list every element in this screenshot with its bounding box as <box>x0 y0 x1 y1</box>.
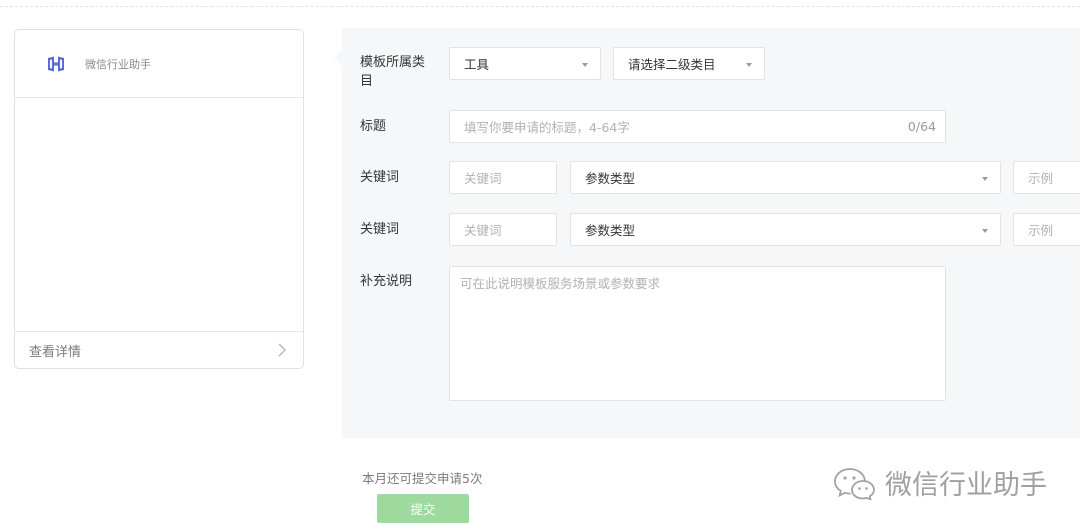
param-type-select[interactable]: 参数类型 <box>570 213 1001 246</box>
primary-category-select[interactable]: 工具 <box>449 47 601 80</box>
title-label: 标题 <box>360 119 387 134</box>
template-preview-card: 微信行业助手 查看详情 <box>14 29 304 369</box>
keyword-input[interactable]: 关键词 <box>449 161 557 194</box>
chevron-down-icon <box>582 63 588 67</box>
preview-account-name: 微信行业助手 <box>85 57 151 71</box>
brand-logo-icon <box>48 56 64 71</box>
param-type-value: 参数类型 <box>585 171 636 186</box>
example-placeholder: 示例 <box>1028 223 1054 238</box>
keyword-placeholder: 关键词 <box>464 223 502 238</box>
title-placeholder: 填写你要申请的标题，4-64字 <box>464 120 630 135</box>
watermark: 微信行业助手 <box>833 463 1047 502</box>
example-input[interactable]: 示例 <box>1013 213 1080 246</box>
view-details-label: 查看详情 <box>29 344 82 360</box>
secondary-category-placeholder: 请选择二级类目 <box>628 57 716 72</box>
chevron-down-icon <box>982 177 988 181</box>
submit-button[interactable]: 提交 <box>377 494 469 523</box>
category-label: 模板所属类目 <box>360 55 426 89</box>
panel-pointer <box>334 50 342 66</box>
template-form-panel: 模板所属类目 工具 请选择二级类目 标题 填写你要申请的标题，4-64字 0/6… <box>334 28 1080 438</box>
chevron-right-icon <box>278 343 286 357</box>
title-char-counter: 0/64 <box>907 119 936 134</box>
watermark-text: 微信行业助手 <box>885 470 1047 501</box>
example-placeholder: 示例 <box>1028 171 1054 186</box>
example-input[interactable]: 示例 <box>1013 161 1080 194</box>
top-divider <box>0 6 1080 7</box>
notes-textarea[interactable]: 可在此说明模板服务场景或参数要求 <box>449 266 946 401</box>
submission-quota-text: 本月还可提交申请5次 <box>362 471 483 486</box>
preview-header: 微信行业助手 <box>15 30 303 98</box>
chevron-down-icon <box>746 63 752 67</box>
keyword-placeholder: 关键词 <box>464 171 502 186</box>
chevron-down-icon <box>982 229 988 233</box>
primary-category-value: 工具 <box>464 57 490 72</box>
view-details-link[interactable]: 查看详情 <box>15 331 303 368</box>
notes-label: 补充说明 <box>360 274 413 289</box>
keyword-label: 关键词 <box>360 170 400 185</box>
wechat-icon <box>834 467 875 500</box>
param-type-value: 参数类型 <box>585 223 636 238</box>
param-type-select[interactable]: 参数类型 <box>570 161 1001 194</box>
secondary-category-select[interactable]: 请选择二级类目 <box>613 47 765 80</box>
keyword-label: 关键词 <box>360 222 400 237</box>
keyword-input[interactable]: 关键词 <box>449 213 557 246</box>
title-input[interactable]: 填写你要申请的标题，4-64字 0/64 <box>449 110 946 143</box>
